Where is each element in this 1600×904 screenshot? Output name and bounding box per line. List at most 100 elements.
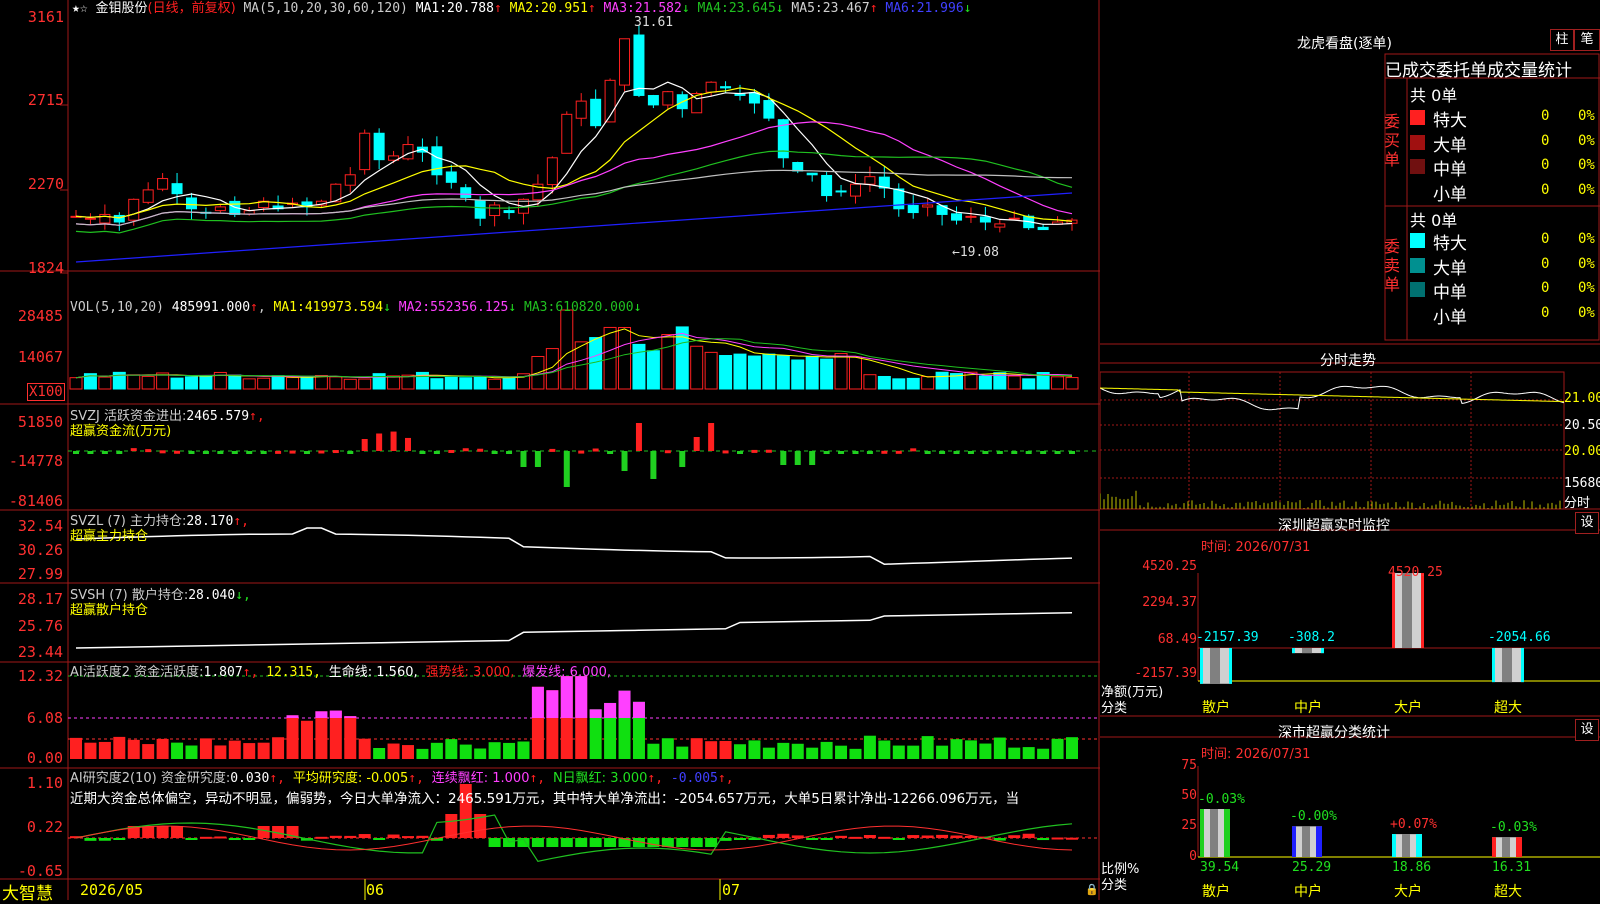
volume-bar xyxy=(314,374,328,390)
mainforce-line xyxy=(75,527,1073,565)
flow-bar xyxy=(390,431,397,451)
candle-down xyxy=(806,172,818,176)
star-outline-icon[interactable]: ☆ xyxy=(80,1,88,16)
stock-name: 金钼股份 xyxy=(95,1,148,16)
class-bar-edge xyxy=(1516,837,1522,857)
volume-bar xyxy=(820,358,834,390)
candle-up xyxy=(489,204,501,217)
ma-arrow: ↓ xyxy=(963,1,972,16)
volume-bar xyxy=(834,353,848,390)
ma-line xyxy=(75,169,1073,226)
class-bar-edge xyxy=(1224,809,1230,857)
volume-bar xyxy=(1065,377,1079,390)
activity-bar xyxy=(286,715,299,759)
candle-down xyxy=(951,213,963,221)
activity-bar xyxy=(690,738,703,759)
vol-ma-line xyxy=(75,328,1073,379)
kline-chart-area[interactable] xyxy=(0,0,1100,900)
activity-bar xyxy=(734,744,746,759)
ai2-y-tick: 0.22 xyxy=(26,818,63,836)
sz-bar-edge xyxy=(1229,648,1232,684)
flow-bar xyxy=(318,450,325,454)
flow-bar xyxy=(534,451,541,467)
order-count: 0 xyxy=(1541,181,1550,198)
candle-up xyxy=(84,217,96,220)
sz-bar-edge xyxy=(1292,648,1295,654)
order-pct: 0% xyxy=(1578,280,1595,296)
burst-bar xyxy=(589,709,602,718)
candle-up xyxy=(575,100,587,119)
flow-bar xyxy=(852,451,859,454)
y-tick: 2715 xyxy=(27,91,64,109)
research-bar xyxy=(589,838,602,847)
candle-up xyxy=(214,206,226,212)
class-y-tick: 50 xyxy=(1181,788,1197,803)
flow-bar xyxy=(621,451,628,471)
flow-bar xyxy=(592,448,599,452)
vol-ma-value: 552356.125 xyxy=(430,300,509,315)
flow-bar xyxy=(462,448,469,452)
svzl-y-tick: 27.99 xyxy=(17,565,63,583)
order-size-label: 特大 xyxy=(1433,111,1467,131)
volume-bar xyxy=(242,378,256,390)
volume-bar xyxy=(488,378,502,390)
class-bar-value: 25.29 xyxy=(1292,860,1332,875)
volume-bar xyxy=(690,345,704,390)
flow-bar xyxy=(101,451,108,454)
volume-bar xyxy=(978,375,992,390)
tick-view-button[interactable]: 笔 xyxy=(1574,29,1600,51)
volume-bar xyxy=(935,371,949,390)
volume-bar xyxy=(762,353,776,390)
candle-up xyxy=(849,183,861,197)
class-delta: -0.03% xyxy=(1198,792,1245,808)
svzj-bars xyxy=(73,423,1075,487)
class-bar-shade xyxy=(1302,826,1310,857)
activity-bar xyxy=(1022,747,1035,759)
sz-monitor-settings-button[interactable]: 设 xyxy=(1575,512,1599,534)
candle-up xyxy=(619,38,631,86)
research-bar xyxy=(257,826,270,838)
activity-bar xyxy=(762,747,775,759)
volume-bar xyxy=(329,376,343,390)
star-icon[interactable]: ★ xyxy=(72,1,80,16)
ma-value: 23.467 xyxy=(822,1,870,16)
class-bar-value: 16.31 xyxy=(1492,860,1532,875)
activity-bar xyxy=(849,748,862,759)
order-count: 0 xyxy=(1541,157,1550,173)
candle-down xyxy=(821,174,833,197)
burst-bar xyxy=(560,676,573,718)
ai2-header: AI研究度2(10) 资金研究度:0.030↑, 平均研究度: -0.005↑,… xyxy=(70,771,734,786)
activity-bar xyxy=(171,742,184,759)
sz-category: 大户 xyxy=(1394,700,1422,716)
volume-bar xyxy=(184,376,198,390)
sz-class-settings-button[interactable]: 设 xyxy=(1575,719,1599,741)
sz-class-time: 时间: 2026/07/31 xyxy=(1201,747,1311,762)
research-bar xyxy=(705,838,718,847)
research-bar xyxy=(878,836,891,839)
candle-down xyxy=(373,132,385,161)
order-pct: 0% xyxy=(1578,132,1595,149)
class-category: 超大 xyxy=(1494,884,1522,900)
sz-bar-edge xyxy=(1521,648,1524,683)
flow-bar xyxy=(202,451,209,454)
sell-vertical-label: 委卖单 xyxy=(1384,237,1401,294)
y-tick: 3161 xyxy=(27,8,64,26)
research-bar xyxy=(1066,837,1078,840)
ma-name: MA4: xyxy=(689,1,729,16)
activity-bar xyxy=(979,743,992,759)
order-size-label: 大单 xyxy=(1433,258,1467,279)
lock-icon[interactable]: 🔒 xyxy=(1085,883,1099,896)
research-bar xyxy=(835,835,848,838)
flow-bar xyxy=(895,450,902,454)
candle-up xyxy=(142,189,154,203)
flow-bar xyxy=(794,451,801,465)
sz-y-tick: 68.49 xyxy=(1157,632,1197,647)
activity-bar xyxy=(156,738,169,759)
sz-monitor-title: 深圳超赢实时监控 xyxy=(1278,518,1390,534)
order-pct: 0% xyxy=(1578,157,1595,173)
ma-value: 23.645 xyxy=(728,1,776,16)
candle-down xyxy=(1037,226,1049,231)
volume-bar xyxy=(848,356,862,390)
ma-name: MA6: xyxy=(877,1,917,16)
bar-view-button[interactable]: 柱 xyxy=(1550,29,1574,51)
